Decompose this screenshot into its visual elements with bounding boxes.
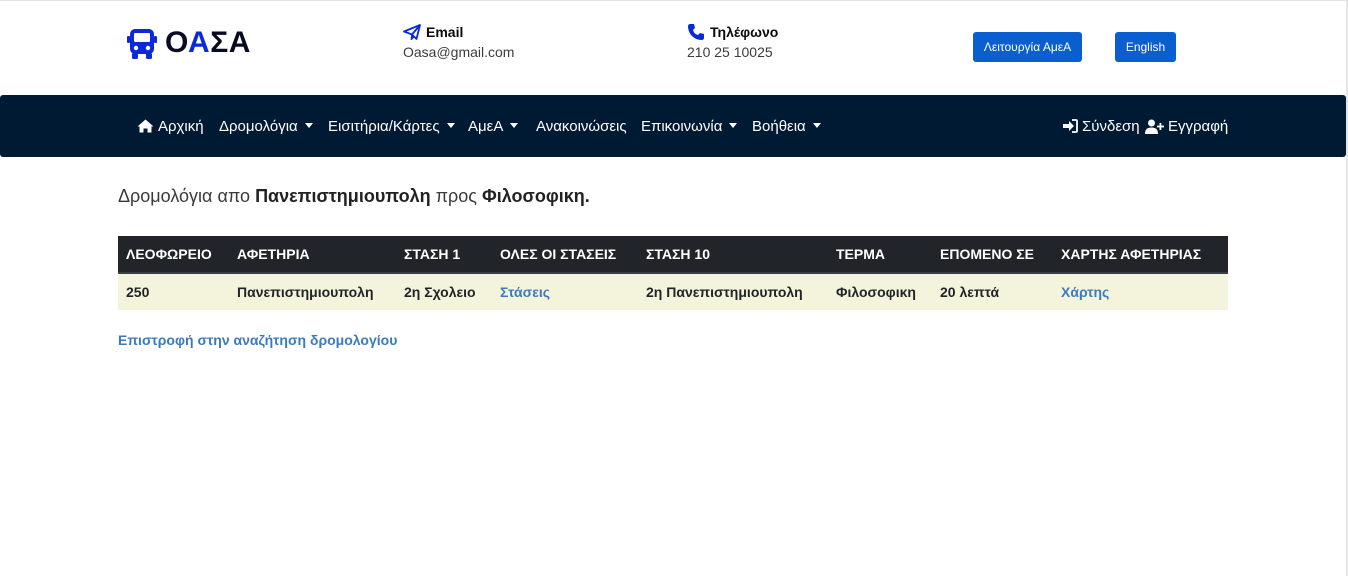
- nav-announcements[interactable]: Ανακοινώσεις: [536, 95, 627, 157]
- logo-text: ΟΑΣΑ: [165, 26, 251, 59]
- phone-value: 210 25 10025: [687, 44, 773, 60]
- contact-email: Email Oasa@gmail.com: [403, 23, 514, 60]
- chevron-down-icon: [510, 122, 519, 128]
- cell-terminal: Φιλοσοφικη: [828, 273, 932, 310]
- contact-phone: Τηλέφωνο 210 25 10025: [687, 23, 778, 60]
- cell-all-stops: Στάσεις: [492, 273, 638, 310]
- cell-start: Πανεπιστημιουπολη: [229, 273, 396, 310]
- cell-stop-1: 2η Σχολειο: [396, 273, 492, 310]
- main-navbar: Αρχική Δρομολόγια Εισιτήρια/Κάρτες ΑμεΑ …: [0, 95, 1346, 157]
- phone-icon: [688, 24, 704, 40]
- map-link[interactable]: Χάρτης: [1061, 284, 1109, 300]
- chevron-down-icon: [812, 122, 821, 128]
- nav-home-label: Αρχική: [158, 117, 204, 135]
- chevron-down-icon: [729, 122, 738, 128]
- nav-tickets-dropdown[interactable]: Εισιτήρια/Κάρτες: [328, 95, 455, 157]
- table-row: 250 Πανεπιστημιουπολη 2η Σχολειο Στάσεις…: [118, 273, 1228, 310]
- paper-plane-icon: [403, 24, 421, 40]
- cell-map: Χάρτης: [1053, 273, 1228, 310]
- nav-help-dropdown[interactable]: Βοήθεια: [752, 95, 821, 157]
- phone-label: Τηλέφωνο: [710, 24, 779, 40]
- chevron-down-icon: [446, 122, 455, 128]
- route-to: Φιλοσοφικη.: [481, 186, 590, 206]
- column-header-all-stops: ΟΛΕΣ ΟΙ ΣΤΑΣΕΙΣ: [492, 236, 638, 274]
- nav-routes-dropdown[interactable]: Δρομολόγια: [219, 95, 313, 157]
- chevron-down-icon: [304, 122, 313, 128]
- accessibility-mode-button[interactable]: Λειτουργία ΑμεΑ: [973, 32, 1082, 62]
- all-stops-link[interactable]: Στάσεις: [500, 284, 550, 300]
- routes-table: ΛΕΟΦΩΡΕΙΟ ΑΦΕΤΗΡΙΑ ΣΤΑΣΗ 1 ΟΛΕΣ ΟΙ ΣΤΑΣΕ…: [118, 236, 1228, 310]
- nav-routes-label: Δρομολόγια: [219, 117, 298, 135]
- nav-register-label: Εγγραφή: [1168, 117, 1229, 135]
- nav-login[interactable]: Σύνδεση: [1063, 95, 1140, 157]
- table-header-row: ΛΕΟΦΩΡΕΙΟ ΑΦΕΤΗΡΙΑ ΣΤΑΣΗ 1 ΟΛΕΣ ΟΙ ΣΤΑΣΕ…: [118, 236, 1228, 274]
- nav-home[interactable]: Αρχική: [137, 95, 204, 157]
- bus-icon: [127, 29, 157, 59]
- column-header-bus: ΛΕΟΦΩΡΕΙΟ: [118, 236, 229, 274]
- cell-next-in: 20 λεπτά: [932, 273, 1053, 310]
- route-from: Πανεπιστημιουπολη: [255, 186, 431, 206]
- cell-stop-10: 2η Πανεπιστημιουπολη: [638, 273, 828, 310]
- email-label: Email: [426, 24, 464, 40]
- nav-contact-label: Επικοινωνία: [641, 117, 723, 135]
- user-plus-icon: [1145, 119, 1164, 134]
- language-english-button[interactable]: English: [1115, 32, 1176, 62]
- nav-login-label: Σύνδεση: [1082, 117, 1140, 135]
- cell-bus-number: 250: [118, 273, 229, 310]
- column-header-terminal: ΤΕΡΜΑ: [828, 236, 932, 274]
- site-logo[interactable]: ΟΑΣΑ: [127, 25, 251, 61]
- route-heading: Δρομολόγια απο Πανεπιστημιουπολη προς Φι…: [118, 186, 590, 206]
- nav-announcements-label: Ανακοινώσεις: [536, 117, 627, 135]
- column-header-stop-10: ΣΤΑΣΗ 10: [638, 236, 828, 274]
- column-header-next-in: ΕΠΟΜΕΝΟ ΣΕ: [932, 236, 1053, 274]
- nav-register[interactable]: Εγγραφή: [1145, 95, 1228, 157]
- nav-tickets-label: Εισιτήρια/Κάρτες: [328, 117, 440, 135]
- nav-help-label: Βοήθεια: [752, 117, 806, 135]
- sign-in-icon: [1063, 119, 1078, 133]
- email-value: Oasa@gmail.com: [403, 44, 515, 60]
- home-icon: [137, 119, 154, 133]
- back-to-search-link[interactable]: Επιστροφή στην αναζήτηση δρομολογίου: [118, 332, 397, 348]
- nav-amea-dropdown[interactable]: ΑμεΑ: [468, 95, 519, 157]
- column-header-stop-1: ΣΤΑΣΗ 1: [396, 236, 492, 274]
- nav-contact-dropdown[interactable]: Επικοινωνία: [641, 95, 738, 157]
- column-header-start: ΑΦΕΤΗΡΙΑ: [229, 236, 396, 274]
- nav-amea-label: ΑμεΑ: [468, 117, 504, 135]
- column-header-start-map: ΧΑΡΤΗΣ ΑΦΕΤΗΡΙΑΣ: [1053, 236, 1228, 274]
